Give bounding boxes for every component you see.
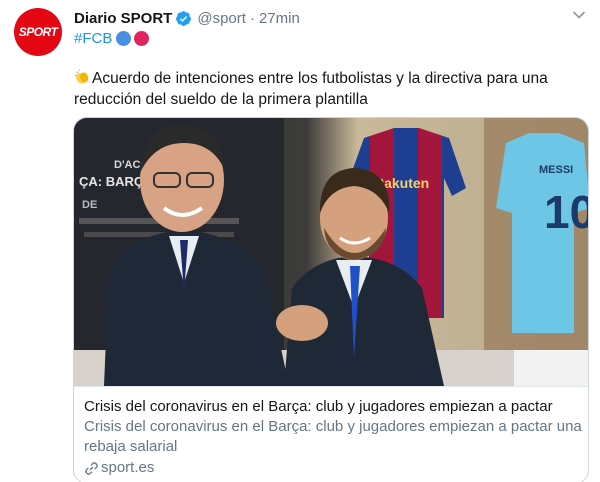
card-text[interactable]: Crisis del coronavirus en el Barça: club… (84, 397, 584, 478)
card-domain-text: sport.es (101, 459, 155, 476)
card-title[interactable]: Crisis del coronavirus en el Barça: club… (84, 397, 584, 417)
card-domain[interactable]: sport.es (84, 458, 584, 478)
verified-badge-icon (176, 10, 192, 26)
link-card[interactable]: D'ACONS ÇA: BARÇA - BAAA DE Rakuten MESS… (73, 117, 589, 482)
avatar-logo-text: SPORT (18, 25, 58, 39)
separator-dot: · (249, 9, 255, 27)
card-image[interactable]: D'ACONS ÇA: BARÇA - BAAA DE Rakuten MESS… (74, 118, 589, 386)
wall-text-3: DE (82, 199, 97, 211)
user-handle[interactable]: @sport (197, 10, 246, 27)
chevron-down-icon[interactable] (572, 10, 586, 20)
red-circle-emoji-icon (134, 30, 150, 46)
hashtag-line: #FCB (74, 28, 152, 48)
card-divider (74, 386, 588, 387)
blue-circle-emoji-icon (116, 30, 132, 46)
tweet-text: Acuerdo de intenciones entre los futboli… (74, 68, 584, 110)
display-name[interactable]: Diario SPORT (74, 10, 172, 27)
hashtag-link[interactable]: #FCB (74, 30, 112, 47)
avatar[interactable]: SPORT (14, 8, 62, 56)
clapping-hands-icon (74, 69, 89, 84)
jersey-number-text: 10 (544, 186, 589, 238)
tweet-timestamp[interactable]: 27min (259, 10, 300, 27)
tweet-body-text: Acuerdo de intenciones entre los futboli… (74, 70, 548, 108)
card-description: Crisis del coronavirus en el Barça: club… (84, 418, 582, 455)
jersey-name-text: MESSI (539, 164, 573, 176)
link-icon (85, 461, 98, 475)
tweet[interactable]: SPORT Diario SPORT @sport · 27min #FCB A… (0, 0, 600, 482)
tweet-header: Diario SPORT @sport · 27min (74, 8, 300, 28)
